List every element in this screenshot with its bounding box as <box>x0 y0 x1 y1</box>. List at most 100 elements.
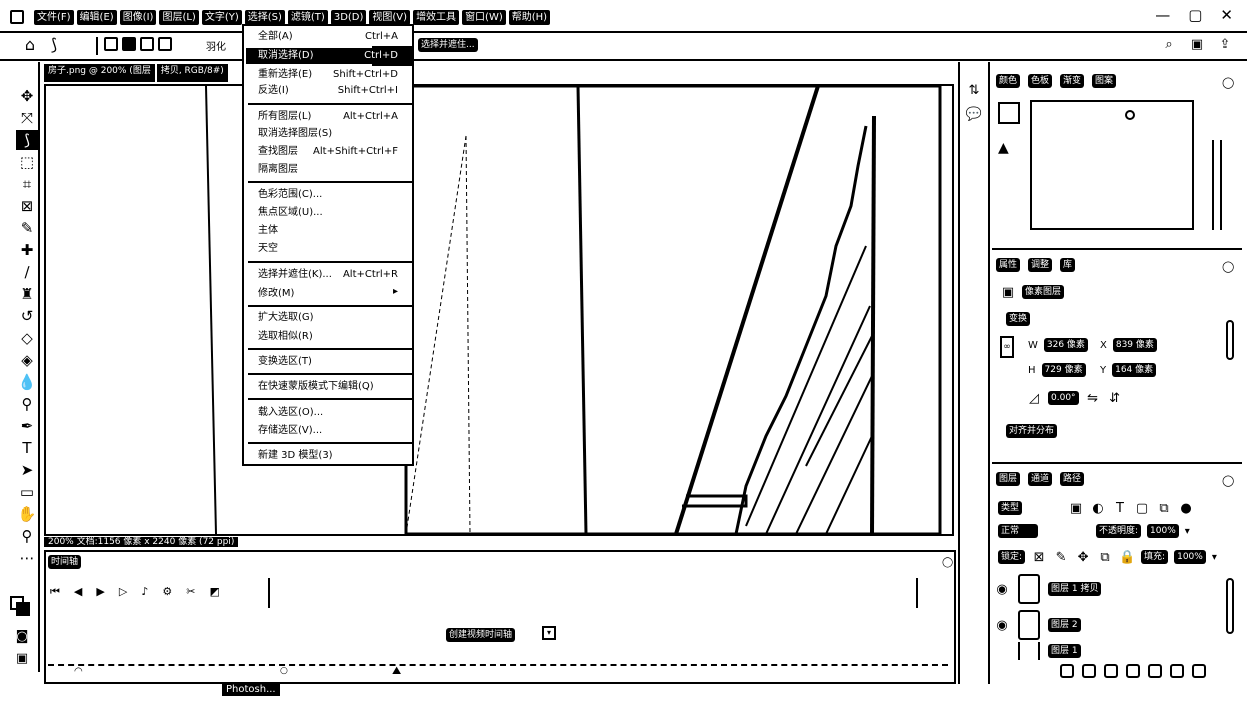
properties-panel-menu-icon[interactable]: ◯ <box>1222 260 1234 273</box>
comments-panel-icon[interactable]: 💬 <box>966 106 982 122</box>
pen-tool-icon[interactable]: ✒ <box>16 416 38 436</box>
filter-shape-icon[interactable]: ▢ <box>1134 500 1150 516</box>
document-tab-mode[interactable]: 拷贝, RGB/8#) <box>156 64 228 82</box>
timeline-zoom-in-icon[interactable]: ⛰ <box>392 664 401 678</box>
type-tool-icon[interactable]: T <box>16 438 38 458</box>
close-button[interactable]: ✕ <box>1220 6 1233 24</box>
hue-slider[interactable] <box>1212 140 1222 230</box>
lock-transparency-icon[interactable]: ⊠ <box>1031 549 1047 565</box>
add-mask-icon[interactable] <box>1104 664 1118 678</box>
fill-input[interactable]: 100% <box>1174 550 1206 564</box>
menu-item-deselect-layers[interactable]: 取消选择图层(S) <box>258 127 408 141</box>
tab-layers[interactable]: 图层 <box>996 472 1021 486</box>
tab-color[interactable]: 颜色 <box>996 74 1021 88</box>
quick-mask-icon[interactable]: ◙ <box>14 628 30 644</box>
create-video-timeline-button[interactable]: 创建视频时间轴 <box>446 628 516 642</box>
audio-icon[interactable]: ♪ <box>141 585 148 599</box>
menu-item-focus-area[interactable]: 焦点区域(U)... <box>258 206 408 220</box>
lock-image-icon[interactable]: ✎ <box>1053 549 1069 565</box>
photoshop-app-icon[interactable] <box>10 10 24 24</box>
timeline-track[interactable] <box>268 578 918 608</box>
lasso-tool-active-icon[interactable]: ⟆ <box>16 130 38 150</box>
menu-select[interactable]: 选择(S) <box>244 10 285 25</box>
lock-position-icon[interactable]: ✥ <box>1075 549 1091 565</box>
menu-item-color-range[interactable]: 色彩范围(C)... <box>258 188 408 202</box>
blur-tool-icon[interactable]: 💧 <box>16 372 38 392</box>
menu-window[interactable]: 窗口(W) <box>462 10 506 25</box>
menu-image[interactable]: 图像(I) <box>119 10 157 25</box>
layer-style-icon[interactable] <box>1082 664 1096 678</box>
more-tools-icon[interactable]: ⋯ <box>16 548 38 568</box>
document-tab-title[interactable]: 房子.png @ 200% (图层 <box>44 64 155 82</box>
layer-filter-select[interactable]: 类型 <box>998 501 1023 515</box>
play-icon[interactable]: ▶ <box>96 585 104 599</box>
filter-adjustment-icon[interactable]: ◐ <box>1090 500 1106 516</box>
angle-input[interactable]: 0.00° <box>1048 391 1079 405</box>
tab-swatches[interactable]: 色板 <box>1028 74 1053 88</box>
menu-item-save-selection[interactable]: 存储选区(V)... <box>258 424 408 438</box>
workspace-icon[interactable]: ▣ <box>1189 36 1205 52</box>
new-layer-icon[interactable] <box>1170 664 1184 678</box>
create-timeline-dropdown-icon[interactable]: ▾ <box>542 626 556 640</box>
color-panel-foreground-swatch[interactable] <box>998 102 1020 124</box>
menu-edit[interactable]: 编辑(E) <box>76 10 117 25</box>
color-panel-menu-icon[interactable]: ◯ <box>1222 76 1234 89</box>
menu-help[interactable]: 帮助(H) <box>508 10 551 25</box>
opacity-input[interactable]: 100% <box>1147 524 1179 538</box>
transition-icon[interactable]: ◩ <box>209 585 219 599</box>
layer-row[interactable]: ◉ 图层 1 <box>994 642 1224 660</box>
filter-type-icon[interactable]: T <box>1112 500 1128 516</box>
fill-dropdown-icon[interactable]: ▾ <box>1212 552 1217 563</box>
menu-filter[interactable]: 滤镜(T) <box>287 10 328 25</box>
rectangle-tool-icon[interactable]: ▭ <box>16 482 38 502</box>
history-brush-icon[interactable]: ↺ <box>16 306 38 326</box>
select-and-mask-button[interactable]: 选择并遮住... <box>418 38 478 52</box>
eyedropper-tool-icon[interactable]: ✎ <box>16 218 38 238</box>
timeline-zoom-out-icon[interactable]: ◠ <box>74 666 83 677</box>
layer-name[interactable]: 图层 2 <box>1048 618 1081 632</box>
lasso-tool-icon[interactable]: ⟆ <box>46 37 62 53</box>
link-dimensions-icon[interactable]: ∞ <box>1000 336 1014 358</box>
layer-row[interactable]: ◉ 图层 1 拷贝 <box>994 572 1224 606</box>
layers-scrollbar[interactable] <box>1226 578 1234 634</box>
gradient-tool-icon[interactable]: ◈ <box>16 350 38 370</box>
screen-mode-icon[interactable]: ▣ <box>14 650 30 666</box>
menu-item-modify[interactable]: 修改(M) <box>258 287 408 301</box>
y-input[interactable]: 164 像素 <box>1112 363 1157 377</box>
previous-frame-icon[interactable]: ◀ <box>74 585 82 599</box>
tab-adjustments[interactable]: 调整 <box>1028 258 1053 272</box>
canvas-area[interactable] <box>44 84 954 536</box>
document-tab[interactable]: 房子.png @ 200% (图层 拷贝, RGB/8#) <box>44 64 228 82</box>
opacity-dropdown-icon[interactable]: ▾ <box>1185 526 1190 537</box>
layer-name[interactable]: 图层 1 拷贝 <box>1048 582 1102 596</box>
minimize-button[interactable]: — <box>1155 6 1170 24</box>
menu-item-new-3d-model[interactable]: 新建 3D 模型(3) <box>258 449 408 463</box>
link-layers-icon[interactable] <box>1060 664 1074 678</box>
menu-view[interactable]: 视图(V) <box>369 10 411 25</box>
delete-layer-icon[interactable] <box>1192 664 1206 678</box>
home-icon[interactable]: ⌂ <box>22 37 38 53</box>
subtract-selection-icon[interactable] <box>140 37 154 51</box>
background-color[interactable] <box>16 602 30 616</box>
lock-all-icon[interactable]: 🔒 <box>1119 549 1135 565</box>
layer-row[interactable]: ◉ 图层 2 <box>994 608 1224 642</box>
eraser-tool-icon[interactable]: ◇ <box>16 328 38 348</box>
align-distribute-label[interactable]: 对齐并分布 <box>1006 424 1058 438</box>
tab-properties[interactable]: 属性 <box>996 258 1021 272</box>
move-tool-icon[interactable]: ✥ <box>16 86 38 106</box>
flip-vertical-icon[interactable]: ⇵ <box>1107 390 1123 406</box>
timeline-zoom-dot-icon[interactable]: ○ <box>280 666 288 676</box>
menu-item-isolate-layers[interactable]: 隔离图层 <box>258 163 408 177</box>
menu-item-sky[interactable]: 天空 <box>258 242 408 256</box>
menu-file[interactable]: 文件(F) <box>34 10 74 25</box>
tab-paths[interactable]: 路径 <box>1060 472 1085 486</box>
go-to-first-frame-icon[interactable]: ⏮ <box>50 585 60 599</box>
filter-smart-object-icon[interactable]: ⧉ <box>1156 500 1172 516</box>
history-panel-icon[interactable]: ⇅ <box>966 82 982 98</box>
maximize-button[interactable]: ▢ <box>1188 6 1202 24</box>
timeline-panel-menu-icon[interactable]: ◯ <box>942 557 953 568</box>
flip-horizontal-icon[interactable]: ⇋ <box>1085 390 1101 406</box>
menu-layer[interactable]: 图层(L) <box>159 10 199 25</box>
menu-plugins[interactable]: 增效工具 <box>413 10 460 25</box>
share-icon[interactable]: ⇪ <box>1217 36 1233 52</box>
